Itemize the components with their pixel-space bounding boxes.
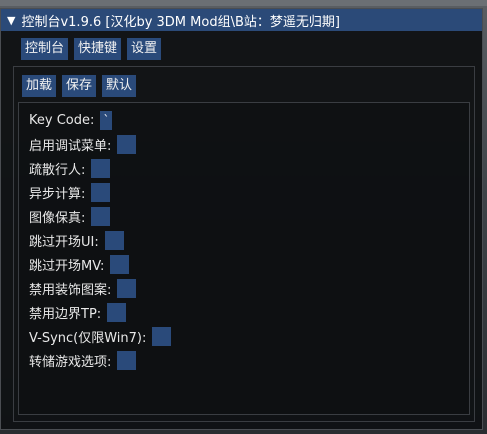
setting-row-evacuate-pedestrians: 疏散行人: (29, 158, 111, 178)
load-button[interactable]: 加载 (22, 75, 57, 97)
setting-row-disable-boundary-tp: 禁用边界TP: (29, 302, 127, 322)
evacuate-pedestrians-checkbox[interactable] (91, 158, 111, 178)
image-fidelity-checkbox[interactable] (91, 206, 111, 226)
console-window: ▼ 控制台v1.9.6 [汉化by 3DM Mod组\B站：梦遥无归期] 控制台… (0, 8, 483, 430)
save-button[interactable]: 保存 (62, 75, 97, 97)
setting-label: 异步计算: (29, 186, 86, 202)
skip-intro-ui-checkbox[interactable] (104, 230, 124, 250)
setting-label: Key Code: (29, 112, 95, 128)
setting-row-dump-game-options: 转储游戏选项: (29, 350, 137, 370)
setting-label: 转储游戏选项: (29, 354, 112, 370)
setting-label: 启用调试菜单: (29, 138, 112, 154)
settings-panel: 加载 保存 默认 Key Code: ` 启用调试菜单: 疏散行人: 异步计算: (13, 66, 475, 422)
menu-settings-tab[interactable]: 设置 (127, 38, 162, 60)
vsync-checkbox[interactable] (152, 326, 172, 346)
setting-row-skip-intro-mv: 跳过开场MV: (29, 254, 130, 274)
settings-toolbar: 加载 保存 默认 (22, 75, 137, 97)
setting-row-skip-intro-ui: 跳过开场UI: (29, 230, 124, 250)
default-button[interactable]: 默认 (102, 75, 137, 97)
main-menu: 控制台 快捷键 设置 (21, 38, 162, 60)
setting-label: 禁用边界TP: (29, 306, 102, 322)
setting-label: 跳过开场UI: (29, 234, 99, 250)
disable-boundary-tp-checkbox[interactable] (107, 302, 127, 322)
setting-row-debug-menu: 启用调试菜单: (29, 134, 137, 154)
dump-game-options-checkbox[interactable] (117, 350, 137, 370)
debug-menu-checkbox[interactable] (117, 134, 137, 154)
disable-decorations-checkbox[interactable] (117, 278, 137, 298)
background-game-scene (0, 0, 487, 6)
settings-list: Key Code: ` 启用调试菜单: 疏散行人: 异步计算: 图像保真: 跳过… (18, 102, 470, 415)
setting-label: 疏散行人: (29, 162, 86, 178)
menu-hotkeys-tab[interactable]: 快捷键 (74, 38, 122, 60)
skip-intro-mv-checkbox[interactable] (110, 254, 130, 274)
menu-console-tab[interactable]: 控制台 (21, 38, 69, 60)
setting-row-disable-decorations: 禁用装饰图案: (29, 278, 137, 298)
window-titlebar[interactable]: ▼ 控制台v1.9.6 [汉化by 3DM Mod组\B站：梦遥无归期] (1, 9, 482, 31)
keycode-field[interactable]: ` (100, 110, 113, 130)
window-title: 控制台v1.9.6 [汉化by 3DM Mod组\B站：梦遥无归期] (21, 14, 340, 30)
setting-label: 图像保真: (29, 210, 86, 226)
async-compute-checkbox[interactable] (91, 182, 111, 202)
setting-label: 跳过开场MV: (29, 258, 105, 274)
setting-label: V-Sync(仅限Win7): (29, 330, 147, 346)
setting-row-vsync: V-Sync(仅限Win7): (29, 326, 172, 346)
collapse-triangle-icon[interactable]: ▼ (7, 14, 15, 27)
setting-row-image-fidelity: 图像保真: (29, 206, 111, 226)
setting-row-keycode: Key Code: ` (29, 110, 113, 130)
setting-label: 禁用装饰图案: (29, 282, 112, 298)
setting-row-async-compute: 异步计算: (29, 182, 111, 202)
